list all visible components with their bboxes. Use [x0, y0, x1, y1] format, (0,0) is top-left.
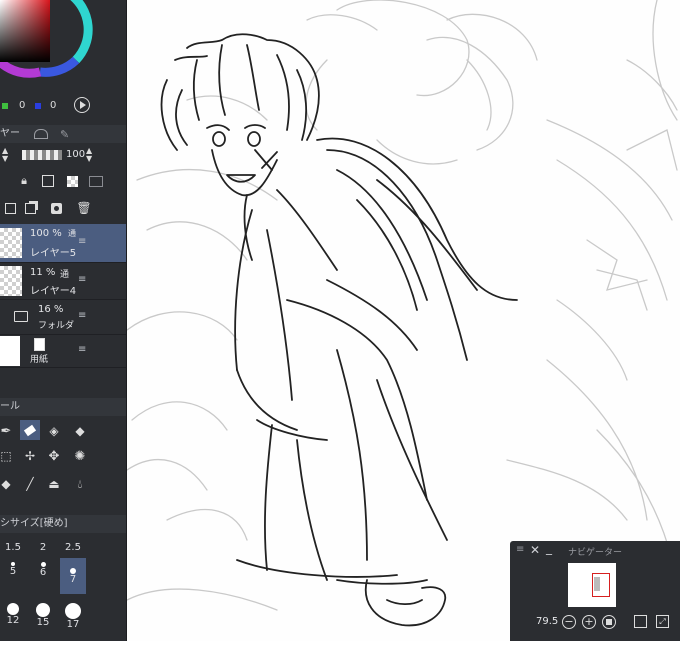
- navigator-figure-thumbnail: [594, 577, 600, 591]
- opacity-stepper-icon[interactable]: ▲ ▼: [86, 147, 92, 163]
- mask-icon[interactable]: [46, 198, 66, 218]
- paper-thumbnail: [0, 336, 20, 366]
- zoom-out-icon[interactable]: −: [562, 615, 576, 629]
- eraser-icon[interactable]: [20, 420, 40, 440]
- left-panels: 0 0 ヤー ✎ ▲▼ 100 ▲▼ 🔒︎ 🗑︎ 100 % 通 レイヤー5: [0, 0, 127, 641]
- folder-icon: [14, 311, 28, 322]
- color-wheel[interactable]: [0, 0, 126, 100]
- drag-handle-icon[interactable]: ≡: [78, 236, 86, 247]
- move-icon[interactable]: ✥: [44, 446, 64, 466]
- fit-icon[interactable]: [602, 615, 616, 629]
- opacity-slider[interactable]: [22, 150, 62, 160]
- fullscreen-icon[interactable]: ⤢: [656, 615, 669, 628]
- size-label: 17: [66, 619, 80, 630]
- navigator-title: ナビゲーター: [568, 548, 623, 558]
- size-label: 1.5: [5, 542, 21, 553]
- sparkle-icon[interactable]: ✢: [20, 446, 40, 466]
- brush-icon[interactable]: ◆: [0, 474, 16, 494]
- zoom-value[interactable]: 79.5: [536, 616, 558, 627]
- copy-layer-icon[interactable]: [20, 198, 40, 218]
- layer-row-paper[interactable]: 用紙 ≡: [0, 335, 126, 368]
- size-label: 15: [36, 617, 50, 628]
- checker-lock-icon[interactable]: [62, 171, 82, 191]
- tab-tool[interactable]: ール: [0, 398, 20, 416]
- layer-thumbnail: [0, 266, 22, 296]
- layer-name: レイヤー4: [30, 286, 77, 297]
- clip-icon[interactable]: [38, 171, 58, 191]
- color-value-b: 0: [50, 100, 57, 111]
- fill-icon[interactable]: ◈: [44, 421, 64, 441]
- layer-name: 用紙: [30, 355, 49, 365]
- layer-mode: 通: [68, 229, 76, 238]
- size-label: 6: [39, 567, 47, 578]
- stepper-arrows-icon[interactable]: ▲ ▼: [2, 147, 8, 163]
- layer-toolbar-1: 🔒︎: [0, 170, 126, 192]
- size-label: 2.5: [65, 542, 81, 553]
- fill-mask-icon[interactable]: ◆: [70, 421, 90, 441]
- brush-size-5[interactable]: 5: [0, 558, 28, 590]
- lock-icon[interactable]: 🔒︎: [14, 171, 34, 191]
- layer-row-4[interactable]: 11 % 通 レイヤー4 ≡: [0, 263, 126, 300]
- new-layer-icon[interactable]: [0, 198, 20, 218]
- drag-handle-icon[interactable]: ≡: [78, 274, 86, 285]
- layer-percent: 100 %: [30, 228, 62, 239]
- menu-icon[interactable]: ≡: [516, 544, 524, 555]
- layer-percent: 11 %: [30, 267, 56, 278]
- size-label: 12: [6, 615, 20, 626]
- pen-icon[interactable]: ✎: [60, 126, 69, 144]
- layer-opacity-row: ▲ ▼ 100 ▲ ▼: [0, 146, 126, 166]
- minimize-icon[interactable]: _: [546, 541, 552, 555]
- layer-thumbnail: [0, 228, 22, 258]
- opacity-value[interactable]: 100: [66, 149, 85, 160]
- fit-window-icon[interactable]: [634, 615, 647, 628]
- play-circle-icon[interactable]: [74, 97, 90, 113]
- layer-row-5[interactable]: 100 % 通 レイヤー5 ≡: [0, 224, 126, 263]
- size-label: 7: [69, 574, 77, 585]
- brush-size-grid: 1.5 2 2.5 5 6 7 12 15 17: [0, 536, 126, 641]
- blend-icon[interactable]: 💧︎: [70, 474, 90, 494]
- drag-handle-icon[interactable]: ≡: [78, 344, 86, 355]
- layer-toolbar-2: 🗑︎: [0, 197, 126, 219]
- navigator-panel: ≡ ✕ _ ナビゲーター 79.5 − + ⤢: [510, 541, 680, 641]
- navigator-preview[interactable]: [568, 563, 616, 607]
- color-swatch-blue[interactable]: [35, 103, 41, 109]
- tool-panel-header: ール: [0, 398, 126, 416]
- brush-size-7[interactable]: 7: [60, 558, 86, 594]
- tab-icon-2[interactable]: [34, 129, 48, 139]
- effect-icon[interactable]: ✺: [70, 446, 90, 466]
- layer-name: レイヤー5: [30, 248, 77, 259]
- navigator-header: ≡ ✕ _ ナビゲーター: [510, 541, 680, 561]
- paper-icon: [34, 338, 45, 351]
- layer-percent: 16 %: [38, 304, 64, 315]
- tool-grid: ✒︎ ◈ ◆ ⬚ ✢ ✥ ✺ ◆ ╱ ⏏︎ 💧︎: [0, 418, 126, 498]
- layer-mode: 通: [60, 270, 70, 280]
- size-label: 2: [39, 542, 47, 553]
- color-wheel-section: 0 0: [0, 0, 126, 118]
- reference-icon[interactable]: [86, 171, 106, 191]
- layer-name: フォルダ: [38, 321, 75, 331]
- brush-size-17[interactable]: 17: [58, 600, 88, 632]
- layer-row-folder[interactable]: 16 % フォルダ ≡: [0, 300, 126, 335]
- brush-size-title: シサイズ[硬め]: [0, 518, 68, 529]
- drag-handle-icon[interactable]: ≡: [78, 310, 86, 321]
- eyedropper-icon[interactable]: ✒︎: [0, 421, 16, 441]
- color-swatch-green[interactable]: [2, 103, 8, 109]
- stamp-icon[interactable]: ⏏︎: [44, 474, 64, 494]
- tab-layer[interactable]: ヤー: [0, 125, 20, 143]
- select-icon[interactable]: ⬚: [0, 446, 16, 466]
- brush-size-12[interactable]: 12: [0, 600, 28, 632]
- zoom-in-icon[interactable]: +: [582, 615, 596, 629]
- close-icon[interactable]: ✕: [530, 543, 540, 557]
- layer-panel-header: ヤー ✎: [0, 125, 126, 143]
- line-icon[interactable]: ╱: [20, 474, 40, 494]
- brush-size-header: シサイズ[硬め]: [0, 515, 126, 533]
- brush-size-15[interactable]: 15: [28, 600, 58, 632]
- brush-size-6[interactable]: 6: [28, 558, 58, 590]
- color-value-g: 0: [19, 100, 26, 111]
- navigator-zoom-row: 79.5 − + ⤢: [510, 614, 680, 634]
- size-label: 5: [9, 566, 17, 577]
- trash-icon[interactable]: 🗑︎: [74, 198, 94, 218]
